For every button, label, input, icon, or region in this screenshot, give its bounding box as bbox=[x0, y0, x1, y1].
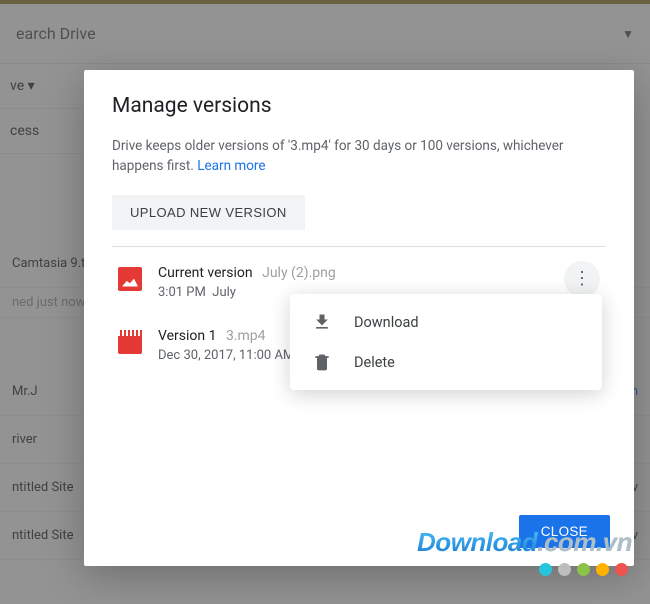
divider bbox=[112, 246, 606, 247]
menu-item-label: Download bbox=[354, 314, 419, 331]
image-file-icon bbox=[118, 267, 142, 291]
version-filename: 3.mp4 bbox=[226, 328, 266, 344]
version-title: Version 1 bbox=[158, 328, 216, 344]
download-icon bbox=[312, 312, 332, 332]
version-title: Current version bbox=[158, 265, 253, 281]
version-timestamp: Dec 30, 2017, 11:00 AM bbox=[158, 348, 294, 363]
version-filename: July (2).png bbox=[262, 265, 336, 281]
context-menu: Download Delete bbox=[290, 294, 602, 390]
trash-icon bbox=[312, 352, 332, 372]
more-options-button[interactable]: ⋮ bbox=[564, 261, 600, 297]
version-timestamp: 3:01 PM bbox=[158, 285, 206, 300]
version-owner: July bbox=[212, 285, 236, 300]
dialog-description: Drive keeps older versions of '3.mp4' fo… bbox=[112, 136, 606, 177]
menu-item-delete[interactable]: Delete bbox=[290, 342, 602, 382]
menu-item-download[interactable]: Download bbox=[290, 302, 602, 342]
learn-more-link[interactable]: Learn more bbox=[197, 158, 265, 174]
menu-item-label: Delete bbox=[354, 354, 395, 371]
kebab-icon: ⋮ bbox=[573, 268, 591, 289]
video-file-icon bbox=[118, 330, 142, 354]
dialog-title: Manage versions bbox=[112, 94, 606, 118]
description-text: Drive keeps older versions of '3.mp4' fo… bbox=[112, 138, 563, 174]
close-button[interactable]: CLOSE bbox=[519, 515, 610, 548]
upload-new-version-button[interactable]: UPLOAD NEW VERSION bbox=[112, 195, 305, 230]
